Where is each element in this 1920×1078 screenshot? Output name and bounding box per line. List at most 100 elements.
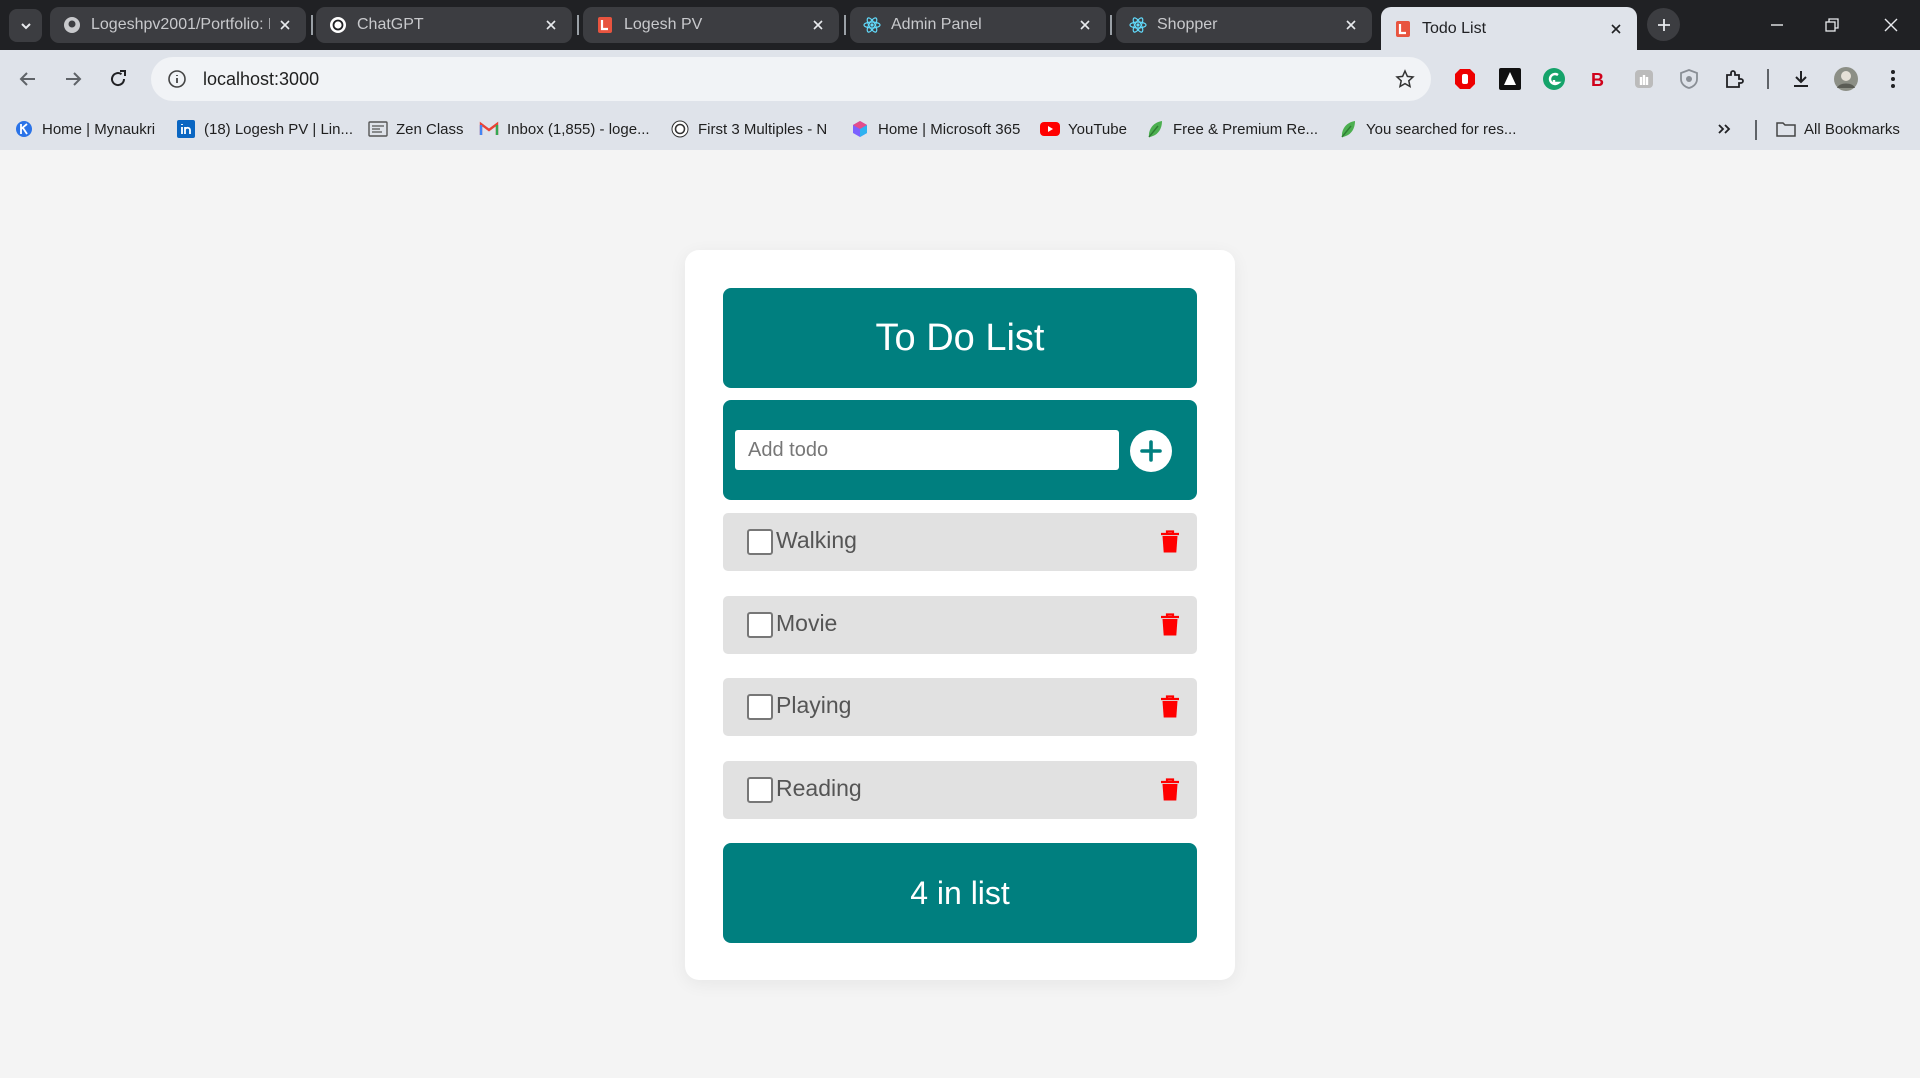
bookmark-label: (18) Logesh PV | Lin... <box>204 120 353 138</box>
close-icon[interactable] <box>809 16 827 34</box>
gmail-icon <box>479 119 499 139</box>
bookmark-label: Home | Microsoft 365 <box>878 120 1021 138</box>
add-todo-bar <box>723 400 1197 500</box>
tab-title: Logesh PV <box>624 16 703 33</box>
react-icon <box>1128 16 1147 35</box>
add-todo-input[interactable] <box>735 430 1119 470</box>
all-bookmarks-button[interactable]: All Bookmarks <box>1776 117 1900 141</box>
todo-checkbox[interactable] <box>747 777 773 803</box>
leaf-icon <box>1145 119 1165 139</box>
bookmark-label: YouTube <box>1068 120 1127 138</box>
tab-title: Admin Panel <box>891 16 982 33</box>
all-bookmarks-label: All Bookmarks <box>1804 120 1900 138</box>
tab-separator <box>577 15 579 35</box>
tab-chatgpt[interactable]: ChatGPT <box>316 7 572 43</box>
tab-shopper[interactable]: Shopper <box>1116 7 1372 43</box>
todo-count: 4 in list <box>723 843 1197 943</box>
microsoft365-icon <box>850 119 870 139</box>
todo-text: Reading <box>776 775 862 801</box>
tab-title: Logeshpv2001/Portfolio: D <box>91 16 270 33</box>
extension-a-icon[interactable] <box>1496 65 1524 93</box>
todo-card: To Do List Walking Movie Playing Reading <box>685 250 1235 980</box>
tab-search-button[interactable] <box>9 9 42 42</box>
more-bookmarks-button[interactable] <box>1716 117 1732 141</box>
avatar[interactable] <box>1832 65 1860 93</box>
tab-title: Shopper <box>1157 16 1218 33</box>
browser-toolbar: localhost:3000 B <box>0 50 1920 108</box>
bookmark-item[interactable]: Free & Premium Re... <box>1145 117 1318 141</box>
zen-icon <box>368 119 388 139</box>
chatgpt-icon <box>670 119 690 139</box>
plus-icon <box>1657 18 1670 31</box>
todo-text: Walking <box>776 527 857 553</box>
add-todo-button[interactable] <box>1130 430 1172 472</box>
tab-github[interactable]: Logeshpv2001/Portfolio: D <box>50 7 306 43</box>
naukri-icon <box>14 119 34 139</box>
new-tab-button[interactable] <box>1647 8 1680 41</box>
bold-extension-icon[interactable]: B <box>1585 65 1613 93</box>
restore-icon <box>1825 17 1839 32</box>
bookmark-item[interactable]: You searched for res... <box>1338 117 1516 141</box>
tab-todo-list[interactable]: Todo List <box>1381 7 1637 50</box>
bookmark-star-icon[interactable] <box>1393 67 1417 91</box>
chevron-down-icon <box>20 22 31 29</box>
site-info-icon[interactable] <box>165 67 189 91</box>
bookmark-label: Free & Premium Re... <box>1173 120 1319 138</box>
hand-extension-icon[interactable] <box>1630 65 1658 93</box>
todo-text: Movie <box>776 610 838 636</box>
todo-checkbox[interactable] <box>747 529 773 555</box>
tab-admin-panel[interactable]: Admin Panel <box>850 7 1106 43</box>
todo-item: Playing <box>723 678 1197 736</box>
trash-icon[interactable] <box>1159 777 1181 803</box>
svg-text:B: B <box>1591 70 1604 90</box>
app-title: To Do List <box>723 288 1197 388</box>
close-icon[interactable] <box>1342 16 1360 34</box>
bookmark-label: Inbox (1,855) - loge... <box>507 120 650 138</box>
todo-checkbox[interactable] <box>747 612 773 638</box>
menu-kebab-icon[interactable] <box>1879 65 1907 93</box>
bookmark-item[interactable]: (18) Logesh PV | Lin... <box>176 117 353 141</box>
tab-separator <box>311 15 313 35</box>
tab-title: ChatGPT <box>357 16 424 33</box>
tab-logesh-pv[interactable]: Logesh PV <box>583 7 839 43</box>
close-icon[interactable] <box>1607 20 1625 38</box>
todo-text: Playing <box>776 692 852 718</box>
bookmark-item[interactable]: First 3 Multiples - N <box>670 117 827 141</box>
youtube-icon <box>1040 119 1060 139</box>
tab-strip: Logeshpv2001/Portfolio: D ChatGPT Logesh… <box>0 0 1920 50</box>
linkedin-icon <box>176 119 196 139</box>
reload-icon <box>111 70 126 87</box>
todo-checkbox[interactable] <box>747 694 773 720</box>
shield-extension-icon[interactable] <box>1675 65 1703 93</box>
bookmark-item[interactable]: Inbox (1,855) - loge... <box>479 117 650 141</box>
bookmark-item[interactable]: Home | Microsoft 365 <box>850 117 1020 141</box>
trash-icon[interactable] <box>1159 694 1181 720</box>
close-window-button[interactable] <box>1871 8 1911 41</box>
todo-item: Walking <box>723 513 1197 571</box>
restore-button[interactable] <box>1812 8 1852 41</box>
minimize-button[interactable] <box>1757 8 1797 41</box>
close-icon[interactable] <box>542 16 560 34</box>
extensions-puzzle-icon[interactable] <box>1720 65 1748 93</box>
bookmark-label: You searched for res... <box>1366 120 1517 138</box>
back-button[interactable] <box>11 62 45 96</box>
bookmarks-divider <box>1755 120 1757 140</box>
adblock-extension-icon[interactable] <box>1451 65 1479 93</box>
close-icon[interactable] <box>276 16 294 34</box>
trash-icon[interactable] <box>1159 612 1181 638</box>
bookmark-item[interactable]: Zen Class <box>368 117 464 141</box>
trash-icon[interactable] <box>1159 529 1181 555</box>
bookmark-item[interactable]: Home | Mynaukri <box>14 117 155 141</box>
tab-separator <box>1110 15 1112 35</box>
portfolio-icon <box>595 16 614 35</box>
close-icon[interactable] <box>1076 16 1094 34</box>
grammarly-icon[interactable] <box>1540 65 1568 93</box>
address-bar[interactable]: localhost:3000 <box>151 57 1431 101</box>
tab-separator <box>844 15 846 35</box>
bookmark-item[interactable]: YouTube <box>1040 117 1127 141</box>
url-text[interactable]: localhost:3000 <box>203 69 319 90</box>
forward-button[interactable] <box>56 62 90 96</box>
reload-button[interactable] <box>101 62 135 96</box>
download-icon[interactable] <box>1787 65 1815 93</box>
tab-title: Todo List <box>1422 19 1487 37</box>
